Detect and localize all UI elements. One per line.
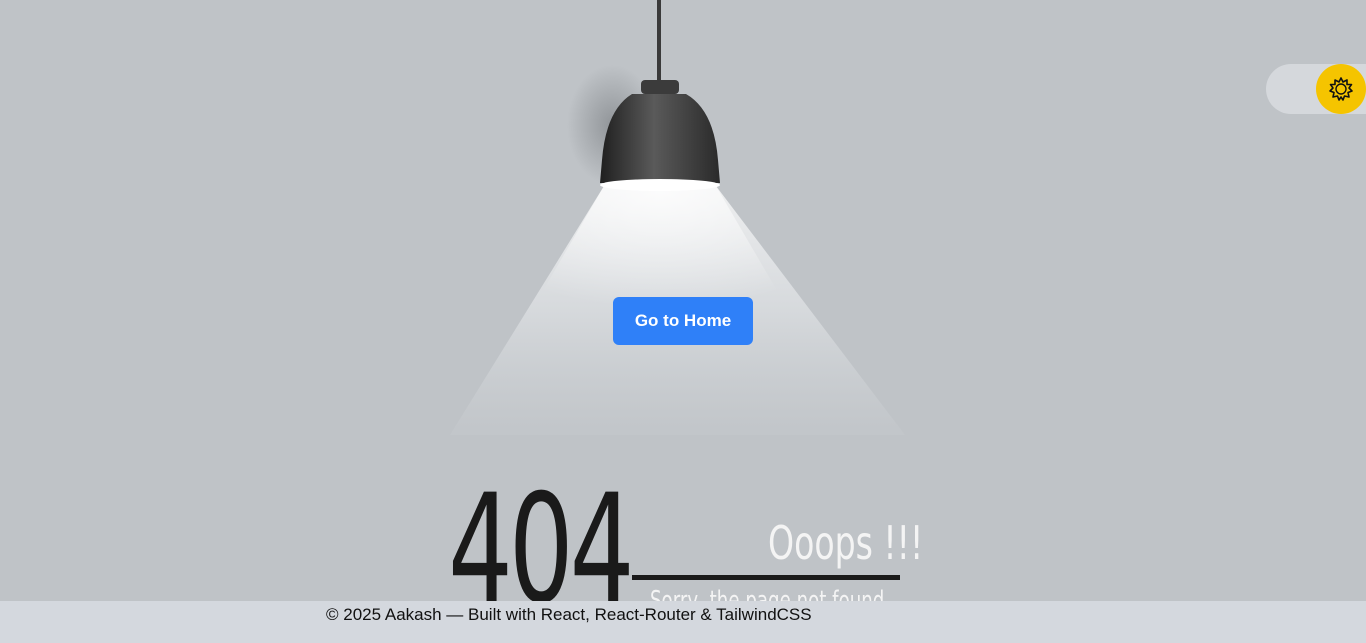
sun-icon <box>1329 77 1353 101</box>
error-divider <box>632 575 900 580</box>
theme-toggle[interactable] <box>1266 64 1366 114</box>
go-home-button[interactable]: Go to Home <box>613 297 753 345</box>
error-title: Ooops !!! <box>768 516 924 570</box>
lamp-cap <box>641 80 679 94</box>
lamp-shade <box>600 94 720 183</box>
footer-credit: © 2025 Aakash — Built with React, React-… <box>326 605 812 624</box>
footer: © 2025 Aakash — Built with React, React-… <box>0 601 1366 643</box>
not-found-page: Go to Home 404 Ooops !!! Sorry, the page… <box>0 0 1366 643</box>
lamp-bulb-glow <box>600 179 720 191</box>
theme-toggle-knob[interactable] <box>1316 64 1366 114</box>
